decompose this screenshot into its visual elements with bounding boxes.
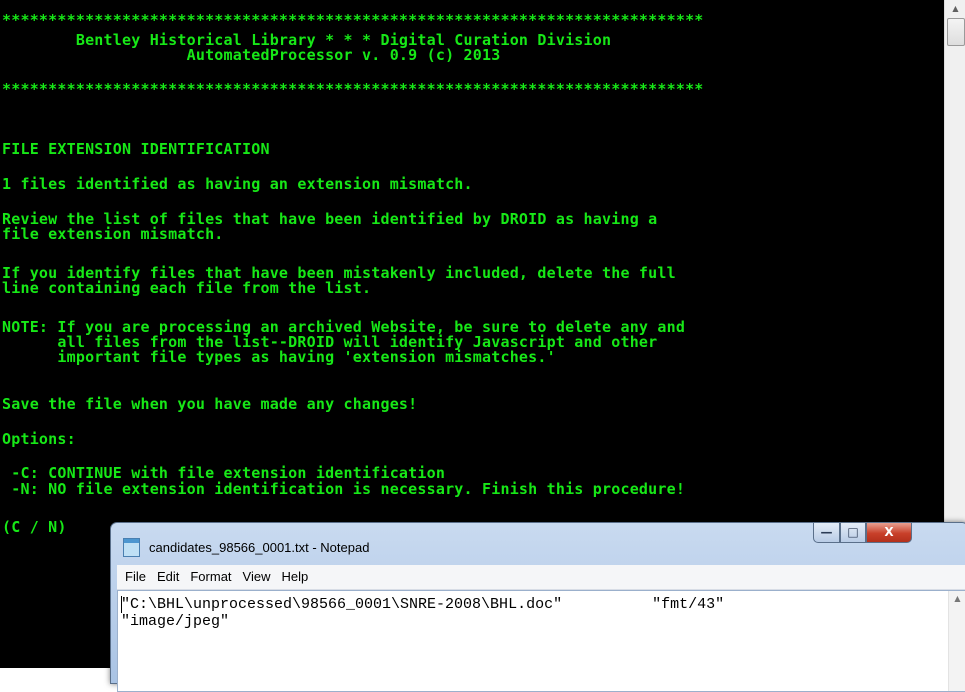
close-button[interactable]: X <box>866 523 912 543</box>
console-text-line: line containing each file from the list. <box>2 279 372 297</box>
notepad-content: "C:\BHL\unprocessed\98566_0001\SNRE-2008… <box>121 596 724 630</box>
scroll-up-arrow-icon[interactable]: ▲ <box>949 594 965 603</box>
notepad-line: "C:\BHL\unprocessed\98566_0001\SNRE-2008… <box>121 596 725 613</box>
minimize-button[interactable]: — <box>813 523 840 543</box>
console-line-stars-top: ****************************************… <box>2 11 704 29</box>
scroll-thumb[interactable] <box>947 18 965 46</box>
menu-format[interactable]: Format <box>190 565 231 589</box>
menu-help[interactable]: Help <box>281 565 308 589</box>
console-option-continue: -C: CONTINUE with file extension identif… <box>2 464 446 482</box>
notepad-text-area[interactable]: "C:\BHL\unprocessed\98566_0001\SNRE-2008… <box>117 590 965 692</box>
console-line-stars-bottom: ****************************************… <box>2 80 704 98</box>
console-text-line: file extension mismatch. <box>2 225 224 243</box>
console-text-line: 1 files identified as having an extensio… <box>2 175 473 193</box>
menu-view[interactable]: View <box>243 565 271 589</box>
notepad-menubar: File Edit Format View Help <box>117 565 965 590</box>
maximize-button[interactable]: □ <box>840 523 866 543</box>
text-caret <box>121 596 122 613</box>
notepad-titlebar[interactable]: candidates_98566_0001.txt - Notepad — □ … <box>111 523 965 565</box>
notepad-icon <box>123 538 140 557</box>
notepad-window[interactable]: candidates_98566_0001.txt - Notepad — □ … <box>110 522 965 692</box>
menu-file[interactable]: File <box>125 565 146 589</box>
notepad-title: candidates_98566_0001.txt - Notepad <box>149 540 370 555</box>
notepad-scrollbar[interactable]: ▲ <box>948 591 965 691</box>
console-options-label: Options: <box>2 430 76 448</box>
console-version-line: AutomatedProcessor v. 0.9 (c) 2013 <box>2 46 501 64</box>
console-section-title: FILE EXTENSION IDENTIFICATION <box>2 140 270 158</box>
console-option-none: -N: NO file extension identification is … <box>2 480 686 498</box>
scroll-up-arrow-icon[interactable]: ▲ <box>945 0 965 17</box>
notepad-line: "image/jpeg" <box>121 613 230 630</box>
menu-edit[interactable]: Edit <box>157 565 179 589</box>
console-note-line: important file types as having 'extensio… <box>2 348 556 366</box>
console-prompt: (C / N) <box>2 518 67 536</box>
console-text-line: Save the file when you have made any cha… <box>2 395 418 413</box>
